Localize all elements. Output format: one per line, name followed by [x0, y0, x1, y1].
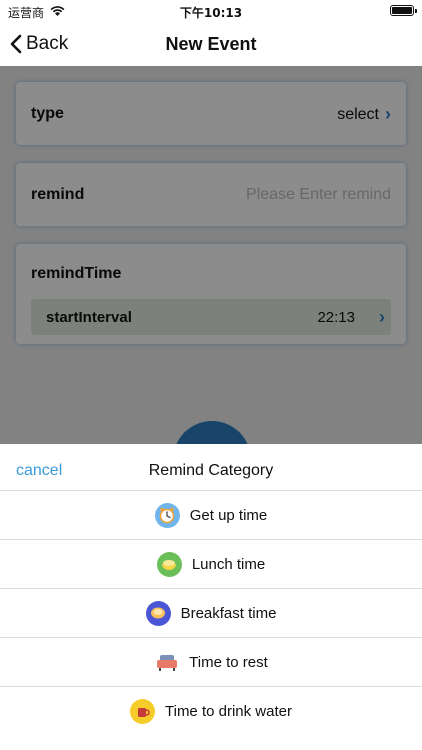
breakfast-icon — [145, 600, 171, 626]
sheet-title: Remind Category — [148, 462, 274, 479]
option-get-up-time[interactable]: Get up time — [0, 491, 422, 540]
sofa-icon — [154, 650, 179, 675]
option-lunch-time[interactable]: Lunch time — [0, 540, 422, 589]
navigation-bar: Back New Event — [0, 22, 422, 66]
lunch-bowl-icon — [156, 551, 182, 577]
cup-icon — [130, 699, 155, 724]
page-title: New Event — [165, 34, 257, 54]
option-label: Lunch time — [191, 555, 266, 573]
option-label: Time to drink water — [165, 703, 292, 720]
battery-icon — [390, 5, 417, 16]
status-bar: 运营商 下午10:13 — [0, 0, 422, 22]
option-label: Time to rest — [189, 653, 268, 671]
option-breakfast-time[interactable]: Breakfast time — [0, 589, 422, 638]
status-time: 下午10:13 — [179, 6, 243, 20]
alarm-clock-icon — [154, 502, 180, 528]
remind-category-sheet: cancel Remind Category Get up time Lunch… — [0, 444, 422, 750]
sheet-header: cancel Remind Category — [0, 444, 422, 491]
option-drink-water[interactable]: Time to drink water — [0, 687, 422, 736]
option-time-to-rest[interactable]: Time to rest — [0, 638, 422, 687]
option-label: Breakfast time — [180, 604, 277, 622]
option-label: Get up time — [189, 506, 268, 524]
